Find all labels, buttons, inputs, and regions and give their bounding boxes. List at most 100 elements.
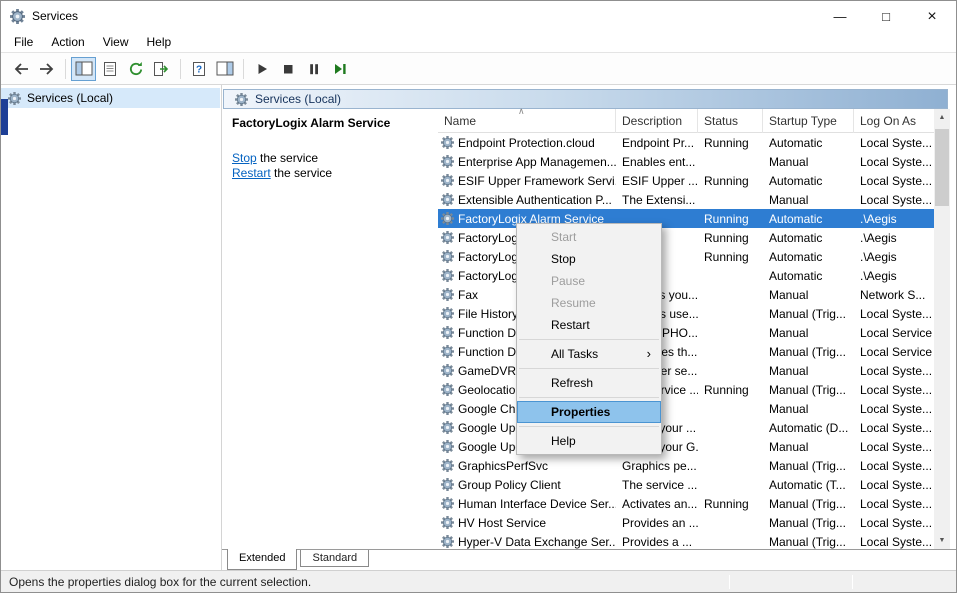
refresh-button[interactable] <box>123 57 148 81</box>
stop-service-button[interactable] <box>275 57 300 81</box>
column-header-log-on-as[interactable]: Log On As <box>854 109 936 133</box>
table-row[interactable]: Google Update Service (gu... Keeps your … <box>438 437 934 456</box>
cell-startup-type: Manual <box>763 364 854 378</box>
cell-startup-type: Automatic (D... <box>763 421 854 435</box>
pause-service-button[interactable] <box>301 57 326 81</box>
table-row[interactable]: GraphicsPerfSvc Graphics pe... Manual (T… <box>438 456 934 475</box>
service-details-panel: FactoryLogix Alarm Service Stop the serv… <box>223 109 438 549</box>
cell-startup-type: Manual <box>763 440 854 454</box>
show-hide-console-tree-button[interactable] <box>71 57 96 81</box>
console-tree-icon <box>75 61 93 76</box>
table-row[interactable]: File History Service Protects use... Man… <box>438 304 934 323</box>
tab-standard[interactable]: Standard <box>300 550 369 567</box>
table-row[interactable]: GameDVR and Broadcast U... This user se.… <box>438 361 934 380</box>
restart-service-link[interactable]: Restart <box>232 166 271 180</box>
service-gear-icon <box>441 193 454 206</box>
pane-header-icon <box>235 93 248 106</box>
help-button[interactable]: ? <box>186 57 211 81</box>
cell-log-on-as: Local Syste... <box>854 421 934 435</box>
service-gear-icon <box>441 212 454 225</box>
menu-item-refresh[interactable]: Refresh <box>517 372 661 394</box>
table-row[interactable]: FactoryLogix Alarm Service Running Autom… <box>438 209 934 228</box>
restart-service-button[interactable] <box>327 57 352 81</box>
menu-view[interactable]: View <box>94 32 138 52</box>
table-row[interactable]: Function Discovery Resour... Publishes t… <box>438 342 934 361</box>
toolbar: ? <box>1 53 956 85</box>
menu-item-start[interactable]: Start <box>517 226 661 248</box>
scroll-down-button[interactable]: ▼ <box>934 532 950 549</box>
service-gear-icon <box>441 326 454 339</box>
menu-item-all-tasks[interactable]: All Tasks › <box>517 343 661 365</box>
service-gear-icon <box>441 440 454 453</box>
column-header-name[interactable]: Name <box>438 109 616 133</box>
table-row[interactable]: ESIF Upper Framework Servi... ESIF Upper… <box>438 171 934 190</box>
menu-item-label: Resume <box>551 296 596 310</box>
menu-item-pause[interactable]: Pause <box>517 270 661 292</box>
service-gear-icon <box>441 345 454 358</box>
menu-help[interactable]: Help <box>138 32 181 52</box>
menu-file[interactable]: File <box>5 32 42 52</box>
properties-button[interactable] <box>97 57 122 81</box>
pane-header-title: Services (Local) <box>255 92 341 106</box>
forward-button[interactable] <box>34 57 59 81</box>
menu-item-restart[interactable]: Restart <box>517 314 661 336</box>
menu-item-label: Pause <box>551 274 585 288</box>
export-list-icon <box>153 61 170 77</box>
menu-action[interactable]: Action <box>42 32 93 52</box>
back-button[interactable] <box>8 57 33 81</box>
cell-log-on-as: Local Syste... <box>854 459 934 473</box>
show-hide-action-pane-button[interactable] <box>212 57 237 81</box>
start-service-button[interactable] <box>249 57 274 81</box>
menu-item-resume[interactable]: Resume <box>517 292 661 314</box>
scrollbar-thumb[interactable] <box>935 129 949 206</box>
table-row[interactable]: Human Interface Device Ser... Activates … <box>438 494 934 513</box>
column-header-startup-type[interactable]: Startup Type <box>763 109 854 133</box>
table-row[interactable]: Google Chrome Elevation S... Manual Loca… <box>438 399 934 418</box>
action-pane-icon <box>216 61 234 76</box>
cell-name: Group Policy Client <box>438 478 616 492</box>
tree-item-services-local[interactable]: Services (Local) <box>1 88 220 108</box>
status-bar: Opens the properties dialog box for the … <box>1 570 956 592</box>
table-row[interactable]: HV Host Service Provides an ... Manual (… <box>438 513 934 532</box>
scroll-up-button[interactable]: ▲ <box>934 109 950 126</box>
minimize-button[interactable]: — <box>817 2 863 31</box>
table-row[interactable]: Endpoint Protection.cloud Endpoint Pr...… <box>438 133 934 152</box>
table-row[interactable]: Hyper-V Data Exchange Ser... Provides a … <box>438 532 934 549</box>
table-row[interactable]: FactoryLog Running Automatic .\Aegis <box>438 247 934 266</box>
column-header-description[interactable]: Description <box>616 109 698 133</box>
selected-service-name: FactoryLogix Alarm Service <box>223 109 438 130</box>
close-button[interactable]: × <box>909 2 955 31</box>
view-tab-bar: Extended Standard <box>222 549 956 570</box>
menu-item-stop[interactable]: Stop <box>517 248 661 270</box>
cell-log-on-as: Local Syste... <box>854 440 934 454</box>
cell-log-on-as: .\Aegis <box>854 250 934 264</box>
cell-description: Provides a ... <box>616 535 698 549</box>
vertical-scrollbar[interactable]: ▲ ▼ <box>934 109 950 549</box>
services-window: Services — □ × File Action View Help <box>0 0 957 593</box>
cell-description: Graphics pe... <box>616 459 698 473</box>
table-row[interactable]: Extensible Authentication P... The Exten… <box>438 190 934 209</box>
table-row[interactable]: Group Policy Client The service ... Auto… <box>438 475 934 494</box>
maximize-button[interactable]: □ <box>863 2 909 31</box>
menu-item-help[interactable]: Help <box>517 430 661 452</box>
export-list-button[interactable] <box>149 57 174 81</box>
cell-description: Endpoint Pr... <box>616 136 698 150</box>
restart-service-line: Restart the service <box>232 166 438 181</box>
column-header-status[interactable]: Status <box>698 109 763 133</box>
menu-item-properties[interactable]: Properties <box>517 401 661 423</box>
cell-log-on-as: Local Syste... <box>854 155 934 169</box>
table-row[interactable]: FactoryLog Running Automatic .\Aegis <box>438 228 934 247</box>
service-gear-icon <box>441 497 454 510</box>
cell-log-on-as: Local Service <box>854 326 934 340</box>
cell-log-on-as: Local Syste... <box>854 364 934 378</box>
stop-service-link[interactable]: Stop <box>232 151 257 165</box>
table-row[interactable]: Fax Enables you... Manual Network S... <box>438 285 934 304</box>
tab-extended[interactable]: Extended <box>227 549 297 570</box>
table-row[interactable]: Enterprise App Managemen... Enables ent.… <box>438 152 934 171</box>
table-row[interactable]: FactoryLog Automatic .\Aegis <box>438 266 934 285</box>
table-row[interactable]: Function Discovery Provide... The FDPHO.… <box>438 323 934 342</box>
properties-icon <box>102 61 118 77</box>
table-row[interactable]: Google Update Service (gu... Keeps your … <box>438 418 934 437</box>
menu-item-label: Start <box>551 230 576 244</box>
table-row[interactable]: Geolocation Service This service ... Run… <box>438 380 934 399</box>
